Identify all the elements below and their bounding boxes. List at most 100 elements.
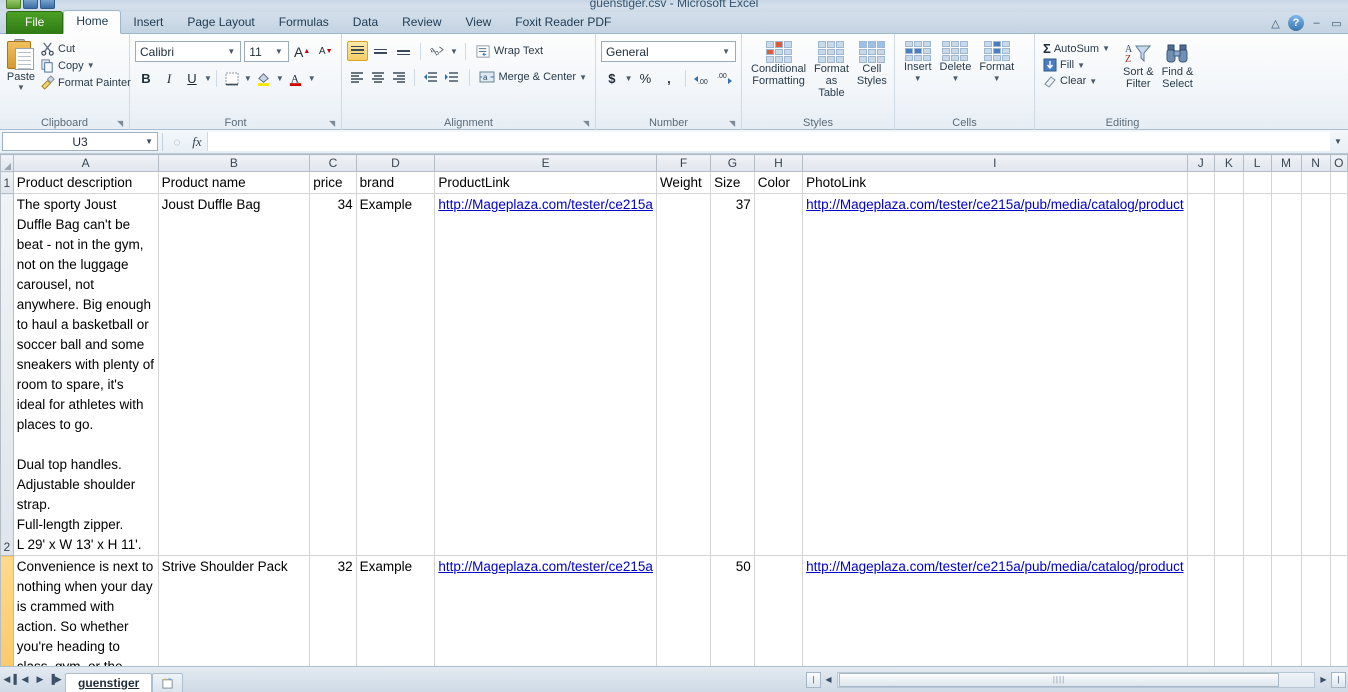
cancel-formula-button[interactable]: ◌: [167, 132, 187, 151]
sheet-row-2[interactable]: 2 The sporty Joust Duffle Bag can't be be…: [0, 193, 1348, 556]
format-cells-dropdown-icon[interactable]: ▼: [993, 73, 1001, 85]
number-dialog-launcher[interactable]: ◥: [729, 119, 738, 128]
expand-formula-bar-icon[interactable]: ▼: [1330, 132, 1346, 151]
column-header-O[interactable]: O: [1329, 154, 1348, 172]
comma-style-button[interactable]: ,: [658, 68, 680, 89]
column-header-J[interactable]: J: [1186, 154, 1215, 172]
cell-link[interactable]: http://Mageplaza.com/tester/ce215a: [438, 197, 653, 212]
decrease-decimal-button[interactable]: .00: [714, 68, 736, 89]
cell-O3[interactable]: [1330, 555, 1348, 666]
first-sheet-button[interactable]: ◀▐: [3, 672, 17, 688]
underline-dropdown-icon[interactable]: ▼: [204, 74, 212, 83]
cut-button[interactable]: Cut: [37, 40, 134, 57]
align-left-button[interactable]: [347, 67, 366, 87]
previous-sheet-button[interactable]: ◀: [18, 672, 32, 688]
sheet-row-1[interactable]: 1 Product description Product name price bra…: [0, 171, 1348, 194]
cell-A1[interactable]: Product description: [13, 171, 159, 194]
cell-M3[interactable]: [1271, 555, 1302, 666]
ribbon-tab-file[interactable]: File: [6, 11, 64, 34]
copy-button[interactable]: Copy ▼: [37, 57, 134, 74]
cell-O2[interactable]: [1330, 193, 1348, 556]
cell-N2[interactable]: [1301, 193, 1331, 556]
conditional-formatting-button[interactable]: Conditional Formatting: [747, 39, 810, 116]
align-right-button[interactable]: [389, 67, 408, 87]
column-header-row[interactable]: ABCDEFGHIJKLMNO: [0, 154, 1348, 172]
column-header-E[interactable]: E: [434, 154, 657, 172]
name-box[interactable]: U3 ▼: [2, 132, 158, 151]
sheet-row-3[interactable]: 3Convenience is next to nothing when you…: [0, 555, 1348, 666]
cell-F1[interactable]: Weight: [656, 171, 712, 194]
merge-center-dropdown-icon[interactable]: ▼: [579, 73, 587, 82]
column-header-A[interactable]: A: [12, 154, 159, 172]
row-header-1[interactable]: 1: [0, 171, 14, 194]
cell-E3[interactable]: http://Mageplaza.com/tester/ce215a: [434, 555, 657, 666]
align-center-button[interactable]: [368, 67, 387, 87]
grow-font-button[interactable]: A ▲: [292, 41, 313, 62]
copy-dropdown-icon[interactable]: ▼: [87, 61, 95, 70]
cell-K2[interactable]: [1214, 193, 1244, 556]
cell-D2[interactable]: Example: [356, 193, 436, 556]
cell-G1[interactable]: Size: [710, 171, 755, 194]
column-header-I[interactable]: I: [802, 154, 1188, 172]
alignment-dialog-launcher[interactable]: ◥: [583, 119, 592, 128]
cell-styles-button[interactable]: Cell Styles: [853, 39, 891, 116]
cell-G3[interactable]: 50: [710, 555, 755, 666]
hscroll-thumb[interactable]: ||||: [839, 672, 1279, 687]
italic-button[interactable]: I: [158, 68, 180, 89]
font-name-dropdown-icon[interactable]: ▼: [224, 47, 238, 56]
fill-button[interactable]: Fill ▼: [1040, 57, 1113, 73]
cell-H2[interactable]: [754, 193, 804, 556]
column-header-F[interactable]: F: [655, 154, 712, 172]
ribbon-tab-foxit-reader-pdf[interactable]: Foxit Reader PDF: [503, 12, 623, 34]
row-header-2[interactable]: 2: [0, 193, 14, 556]
increase-indent-button[interactable]: [442, 67, 461, 87]
cell-B3[interactable]: Strive Shoulder Pack: [158, 555, 311, 666]
paste-dropdown-icon[interactable]: ▼: [17, 83, 25, 92]
window-controls[interactable]: △ ? – ▭: [1268, 15, 1344, 31]
cell-M2[interactable]: [1271, 193, 1302, 556]
middle-align-button[interactable]: [370, 41, 391, 61]
font-name-combobox[interactable]: Calibri ▼: [135, 41, 242, 62]
cell-F2[interactable]: [656, 193, 712, 556]
cell-B1[interactable]: Product name: [158, 171, 311, 194]
format-painter-button[interactable]: Format Painter: [37, 74, 134, 91]
row-header-3[interactable]: 3: [0, 555, 14, 666]
autosum-dropdown-icon[interactable]: ▼: [1102, 44, 1110, 53]
underline-button[interactable]: U: [181, 68, 203, 89]
cell-N1[interactable]: [1301, 171, 1331, 194]
cell-J1[interactable]: [1187, 171, 1215, 194]
cell-G2[interactable]: 37: [710, 193, 755, 556]
cell-L2[interactable]: [1243, 193, 1272, 556]
cell-C2[interactable]: 34: [309, 193, 357, 556]
cell-J3[interactable]: [1187, 555, 1215, 666]
top-align-button[interactable]: [347, 41, 368, 61]
column-header-G[interactable]: G: [710, 154, 755, 172]
find-select-button[interactable]: Find & Select: [1158, 40, 1198, 116]
next-sheet-button[interactable]: ▶: [33, 672, 47, 688]
cell-H3[interactable]: [754, 555, 804, 666]
column-header-B[interactable]: B: [157, 154, 311, 172]
cell-E2[interactable]: http://Mageplaza.com/tester/ce215a: [434, 193, 657, 556]
fill-color-button[interactable]: [253, 68, 275, 89]
decrease-indent-button[interactable]: [421, 67, 440, 87]
maximize-button[interactable]: ▭: [1329, 16, 1344, 31]
ribbon-tab-data[interactable]: Data: [341, 12, 390, 34]
cell-D3[interactable]: Example: [356, 555, 436, 666]
insert-cells-button[interactable]: Insert ▼: [900, 39, 936, 116]
cell-B2[interactable]: Joust Duffle Bag: [158, 193, 311, 556]
insert-cells-dropdown-icon[interactable]: ▼: [914, 73, 922, 85]
insert-worksheet-tab[interactable]: [152, 672, 184, 692]
cell-D1[interactable]: brand: [356, 171, 436, 194]
cell-link[interactable]: http://Mageplaza.com/tester/ce215a/pub/m…: [806, 195, 1183, 215]
help-icon[interactable]: ?: [1288, 15, 1304, 31]
scroll-right-split-handle[interactable]: |: [1331, 671, 1346, 688]
percent-style-button[interactable]: %: [635, 68, 657, 89]
cell-link[interactable]: http://Mageplaza.com/tester/ce215a/pub/m…: [806, 557, 1183, 577]
spreadsheet-grid[interactable]: ABCDEFGHIJKLMNO 1 Product description Prod…: [0, 154, 1348, 666]
font-color-dropdown-icon[interactable]: ▼: [308, 74, 316, 83]
cell-J2[interactable]: [1187, 193, 1215, 556]
column-header-M[interactable]: M: [1270, 154, 1302, 172]
ribbon-tab-view[interactable]: View: [454, 12, 504, 34]
sheet-nav-buttons[interactable]: ◀▐ ◀ ▶ ▐▶: [0, 672, 65, 688]
format-cells-button[interactable]: Format ▼: [975, 39, 1018, 116]
